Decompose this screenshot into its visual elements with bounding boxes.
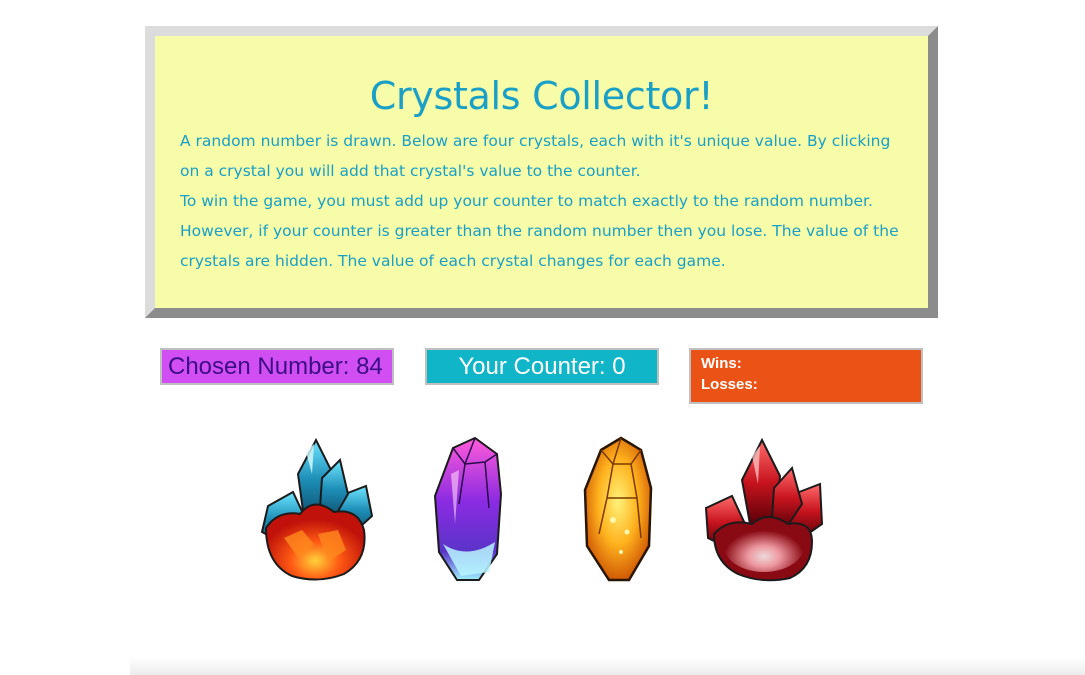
blue-red-crystal-cluster-icon bbox=[260, 437, 374, 581]
crystal-button-4[interactable] bbox=[698, 434, 828, 584]
chosen-number-box: Chosen Number: 84 bbox=[160, 348, 394, 385]
instructions-panel: Crystals Collector! A random number is d… bbox=[145, 26, 938, 318]
wins-label: Wins: bbox=[701, 355, 742, 372]
crystal-button-2[interactable] bbox=[403, 434, 533, 584]
red-crystal-cluster-icon bbox=[704, 437, 824, 582]
game-page: Crystals Collector! A random number is d… bbox=[0, 0, 1085, 675]
instructions-text: A random number is drawn. Below are four… bbox=[180, 126, 908, 276]
losses-label: Losses: bbox=[701, 376, 758, 393]
yellow-crystal-icon bbox=[583, 436, 653, 582]
game-title: Crystals Collector! bbox=[369, 74, 714, 118]
instructions-paragraph-2: To win the game, you must add up your co… bbox=[180, 192, 899, 270]
score-box: Wins: Losses: bbox=[689, 348, 923, 404]
instructions-paragraph-1: A random number is drawn. Below are four… bbox=[180, 132, 891, 180]
bottom-shadow bbox=[130, 657, 1085, 675]
crystal-button-3[interactable] bbox=[553, 434, 683, 584]
your-counter-box: Your Counter: 0 bbox=[425, 348, 659, 385]
purple-crystal-icon bbox=[433, 436, 503, 581]
crystal-button-1[interactable] bbox=[248, 434, 378, 584]
